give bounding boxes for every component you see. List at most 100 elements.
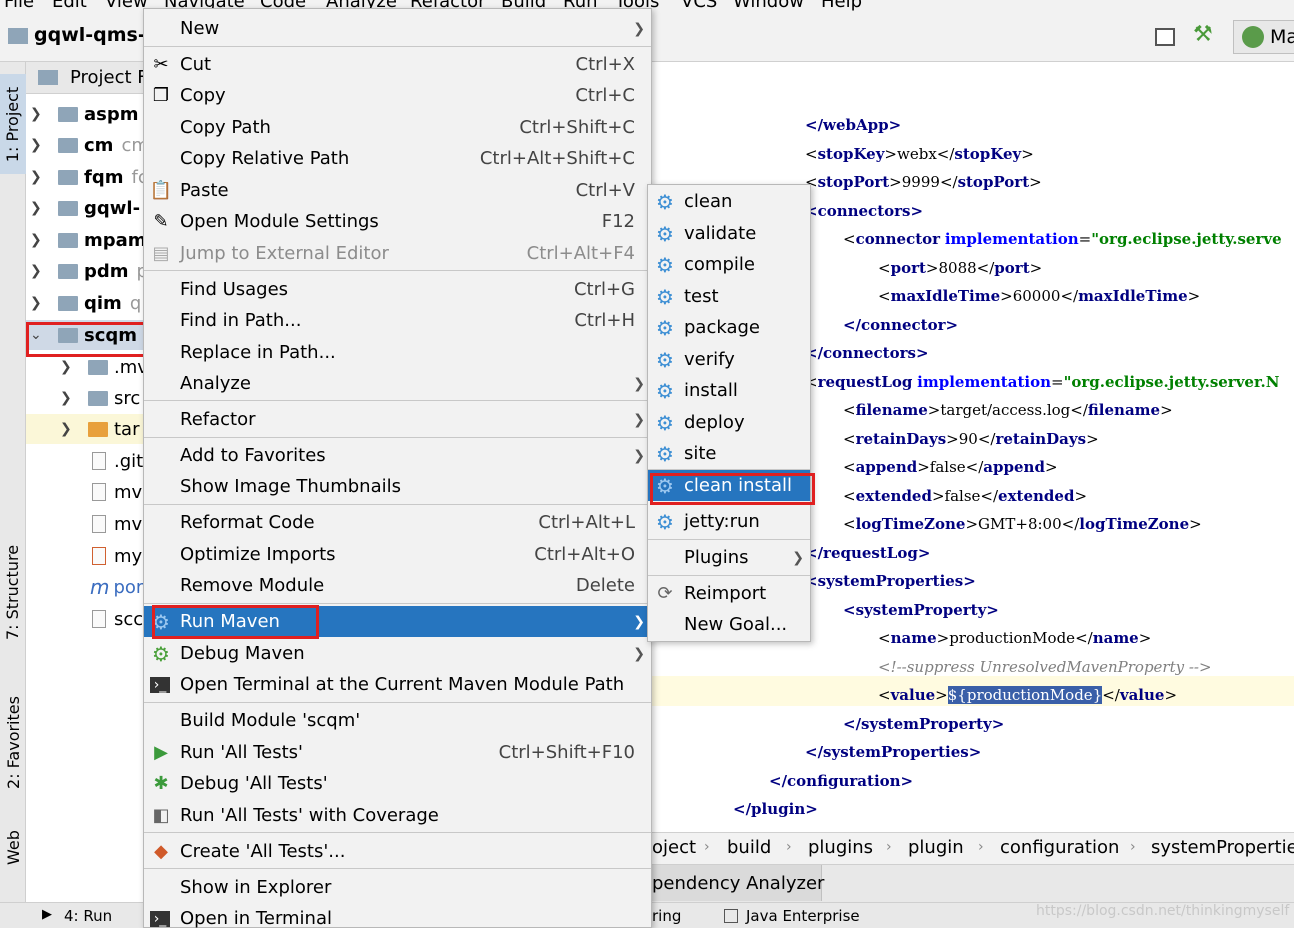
menu-item-paste[interactable]: 📋 Paste Ctrl+V: [144, 175, 651, 206]
menu-item-run-all-tests[interactable]: ▶ Run 'All Tests' Ctrl+Shift+F10: [144, 737, 651, 768]
file-icon: [92, 483, 106, 501]
menu-item-run-with-coverage[interactable]: ◧ Run 'All Tests' with Coverage: [144, 800, 651, 831]
goal-verify[interactable]: ⚙ verify: [648, 344, 810, 375]
menu-view[interactable]: View: [105, 0, 148, 12]
tab-favorites[interactable]: 2: Favorites: [0, 682, 26, 802]
tree-item-cm[interactable]: ❯ cm cm: [30, 130, 149, 160]
menu-item-add-to-favorites[interactable]: Add to Favorites ❯: [144, 440, 651, 471]
tree-child-scqm-iml[interactable]: scc: [92, 604, 143, 634]
menu-file[interactable]: File: [4, 0, 34, 12]
java-enterprise-icon: [724, 909, 738, 923]
breadcrumb-item[interactable]: systemPropertie: [1151, 837, 1294, 858]
breadcrumb-item[interactable]: plugins: [808, 837, 873, 858]
file-icon: [92, 452, 106, 470]
xml-file-icon: [92, 547, 106, 565]
tree-child-target[interactable]: ❯ tar: [26, 414, 146, 444]
tree-item-pdm[interactable]: ❯pdmp: [30, 256, 148, 286]
goal-test[interactable]: ⚙ test: [648, 281, 810, 312]
goal-clean[interactable]: ⚙ clean: [648, 186, 810, 217]
submenu-reimport[interactable]: ⟳ Reimport: [648, 578, 810, 609]
menu-item-debug-all-tests[interactable]: ✱ Debug 'All Tests': [144, 768, 651, 799]
goal-package[interactable]: ⚙ package: [648, 312, 810, 343]
breadcrumb-item[interactable]: build: [727, 837, 771, 858]
xml-line: <systemProperty>: [843, 601, 999, 619]
menu-item-open-module-settings[interactable]: ✎ Open Module Settings F12: [144, 206, 651, 237]
tab-java-enterprise[interactable]: Java Enterprise: [746, 907, 860, 925]
gear-icon: ⚙: [656, 284, 674, 309]
menu-item-optimize-imports[interactable]: Optimize Imports Ctrl+Alt+O: [144, 539, 651, 570]
menu-item-reformat-code[interactable]: Reformat Code Ctrl+Alt+L: [144, 507, 651, 538]
menu-edit[interactable]: Edit: [52, 0, 87, 12]
menu-help[interactable]: Help: [821, 0, 862, 12]
tab-spring[interactable]: ring: [652, 907, 681, 925]
project-title[interactable]: gqwl-qms-E: [34, 24, 159, 46]
file-icon: [92, 610, 106, 628]
menu-item-remove-module[interactable]: Remove Module Delete: [144, 570, 651, 601]
tab-project[interactable]: 1: Project: [0, 74, 26, 174]
tree-child-mvnw[interactable]: mv: [92, 477, 142, 507]
xml-line: </systemProperty>: [843, 715, 1005, 733]
gear-icon: ⚙: [656, 221, 674, 246]
tree-item-mpam[interactable]: ❯ mpam: [30, 225, 147, 255]
module-folder-icon: [58, 106, 78, 122]
tree-item-label: scc: [114, 608, 144, 630]
xml-line: <stopKey>webx</stopKey>: [805, 145, 1034, 163]
run-config-icon[interactable]: [1155, 28, 1175, 46]
menu-item-debug-maven[interactable]: ⚙ Debug Maven ❯: [144, 638, 651, 669]
menu-item-find-in-path[interactable]: Find in Path... Ctrl+H: [144, 305, 651, 336]
breadcrumb-item[interactable]: oject: [652, 837, 696, 858]
reimport-icon: ⟳: [657, 583, 673, 604]
tree-item-label: gqwl-: [84, 197, 141, 219]
project-panel-header: Project F: [26, 62, 148, 94]
tree-item-qim[interactable]: ❯ qim q: [30, 288, 141, 318]
menu-window[interactable]: Window: [733, 0, 804, 12]
tree-item-fqm[interactable]: ❯ fqm fc: [30, 162, 148, 192]
tab-run[interactable]: 4: Run: [64, 907, 112, 925]
menu-item-copy-path[interactable]: Copy Path Ctrl+Shift+C: [144, 112, 651, 143]
menu-item-show-image-thumbnails[interactable]: Show Image Thumbnails: [144, 471, 651, 502]
goal-install[interactable]: ⚙ install: [648, 375, 810, 406]
breadcrumb-item[interactable]: plugin: [908, 837, 964, 858]
tree-child-src[interactable]: ❯ src: [60, 383, 140, 413]
xml-line: <systemProperties>: [805, 572, 976, 590]
tab-structure[interactable]: 7: Structure: [0, 532, 26, 652]
tree-item-label: qim: [84, 292, 122, 314]
menu-item-copy-relative-path[interactable]: Copy Relative Path Ctrl+Alt+Shift+C: [144, 143, 651, 174]
hammer-icon[interactable]: ⚒: [1193, 22, 1213, 47]
tree-child-pom[interactable]: m por: [90, 572, 143, 602]
tree-child-mvn[interactable]: ❯ .mv: [60, 352, 148, 382]
tab-web[interactable]: Web: [0, 822, 26, 872]
xml-line: </systemProperties>: [805, 743, 982, 761]
menu-item-cut[interactable]: ✂ Cut Ctrl+X: [144, 49, 651, 80]
goal-jetty-run[interactable]: ⚙ jetty:run: [648, 506, 810, 537]
menu-item-find-usages[interactable]: Find Usages Ctrl+G: [144, 274, 651, 305]
goal-validate[interactable]: ⚙ validate: [648, 218, 810, 249]
goal-compile[interactable]: ⚙ compile: [648, 249, 810, 280]
menu-item-build-module[interactable]: Build Module 'scqm': [144, 705, 651, 736]
submenu-new-goal[interactable]: New Goal...: [648, 609, 810, 640]
submenu-plugins[interactable]: Plugins ❯: [648, 542, 810, 573]
menu-item-replace-in-path[interactable]: Replace in Path...: [144, 337, 651, 368]
menu-item-show-in-explorer[interactable]: Show in Explorer: [144, 872, 651, 903]
menu-item-analyze[interactable]: Analyze ❯: [144, 368, 651, 399]
coverage-icon: ◧: [152, 805, 170, 826]
highlight-box-clean-install: [650, 473, 815, 505]
menu-item-open-terminal-maven[interactable]: ›_ Open Terminal at the Current Maven Mod…: [144, 669, 651, 700]
menu-vcs[interactable]: VCS: [681, 0, 717, 12]
tree-child-my[interactable]: my: [92, 541, 142, 571]
menu-item-new[interactable]: New ❯: [144, 13, 651, 44]
tree-child-mvnw-cmd[interactable]: mv: [92, 509, 142, 539]
folder-icon: [88, 390, 108, 406]
tree-item-aspm[interactable]: ❯ aspm: [30, 99, 139, 129]
menu-item-create-all-tests[interactable]: ◆ Create 'All Tests'...: [144, 836, 651, 867]
goal-site[interactable]: ⚙ site: [648, 438, 810, 469]
menu-item-refactor[interactable]: Refactor ❯: [144, 404, 651, 435]
tree-item-gqwl[interactable]: ❯ gqwl-: [30, 193, 140, 223]
menu-item-copy[interactable]: ❐ Copy Ctrl+C: [144, 80, 651, 111]
menu-item-open-in-terminal[interactable]: ›_ Open in Terminal: [144, 903, 651, 928]
breadcrumb-item[interactable]: configuration: [1000, 837, 1119, 858]
tree-child-gitignore[interactable]: .git: [92, 446, 143, 476]
maven-button[interactable]: Ma: [1233, 20, 1294, 54]
goal-deploy[interactable]: ⚙ deploy: [648, 407, 810, 438]
tab-dependency-analyzer[interactable]: pendency Analyzer: [652, 865, 824, 901]
